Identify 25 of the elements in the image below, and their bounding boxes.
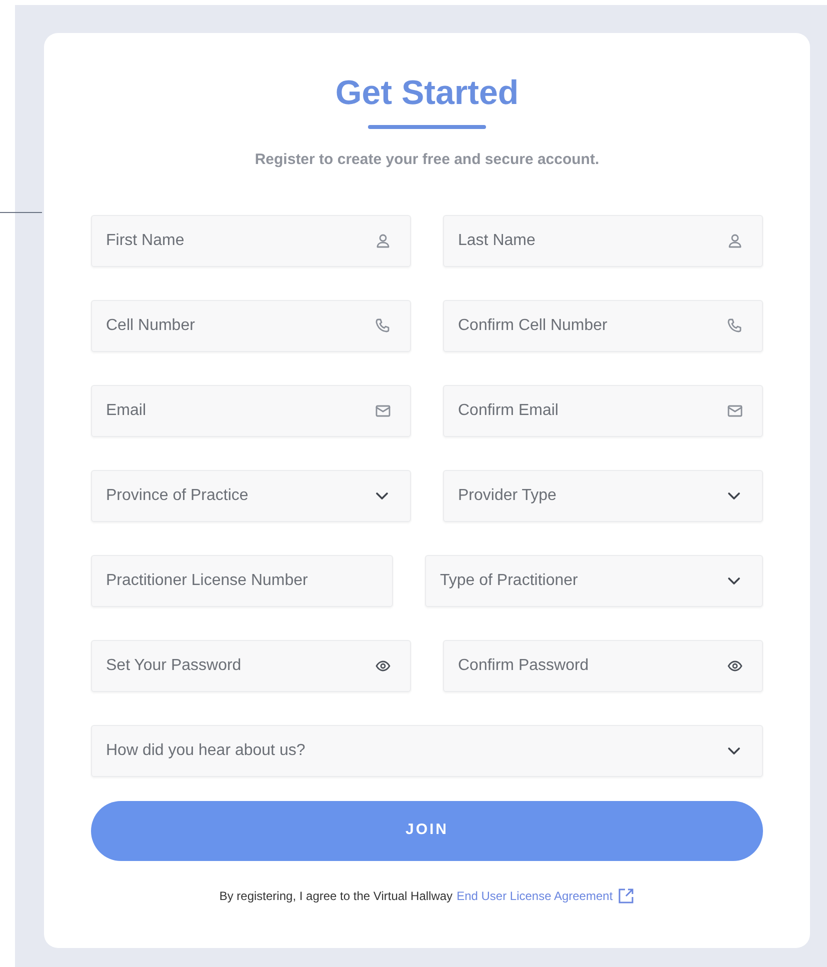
input-field[interactable]: Last Name bbox=[443, 214, 763, 266]
input-field[interactable]: Confirm Cell Number bbox=[443, 300, 763, 352]
input-field[interactable]: Practitioner License Number bbox=[91, 554, 393, 606]
mail-icon bbox=[727, 402, 743, 418]
input-field[interactable]: Confirm Password bbox=[443, 640, 763, 692]
dropdown-field[interactable]: Provider Type bbox=[443, 470, 763, 522]
external-link-icon[interactable] bbox=[616, 886, 635, 904]
agreement-text: By registering, I agree to the Virtual Hallway bbox=[219, 888, 453, 904]
input-field[interactable]: Cell Number bbox=[91, 300, 411, 352]
input-field[interactable]: Set Your Password bbox=[91, 640, 411, 692]
person-icon bbox=[375, 232, 391, 248]
input-field[interactable]: First Name bbox=[91, 214, 411, 266]
mail-icon bbox=[375, 402, 391, 418]
person-icon bbox=[727, 232, 743, 248]
phone-icon bbox=[375, 318, 391, 334]
form-title: Get Started bbox=[334, 73, 520, 113]
form-subtitle: Register to create your free and secure account. bbox=[254, 150, 600, 170]
dropdown-field[interactable]: How did you hear about us? bbox=[91, 724, 763, 776]
input-field[interactable]: Confirm Email bbox=[443, 384, 763, 436]
input-field[interactable]: Email bbox=[91, 384, 411, 436]
join-button[interactable]: JOIN bbox=[91, 800, 763, 860]
dropdown-field[interactable]: Province of Practice bbox=[91, 470, 411, 522]
phone-icon bbox=[727, 318, 743, 334]
license-link[interactable]: End User License Agreement bbox=[456, 886, 613, 904]
dropdown-field[interactable]: Type of Practitioner bbox=[425, 554, 763, 606]
